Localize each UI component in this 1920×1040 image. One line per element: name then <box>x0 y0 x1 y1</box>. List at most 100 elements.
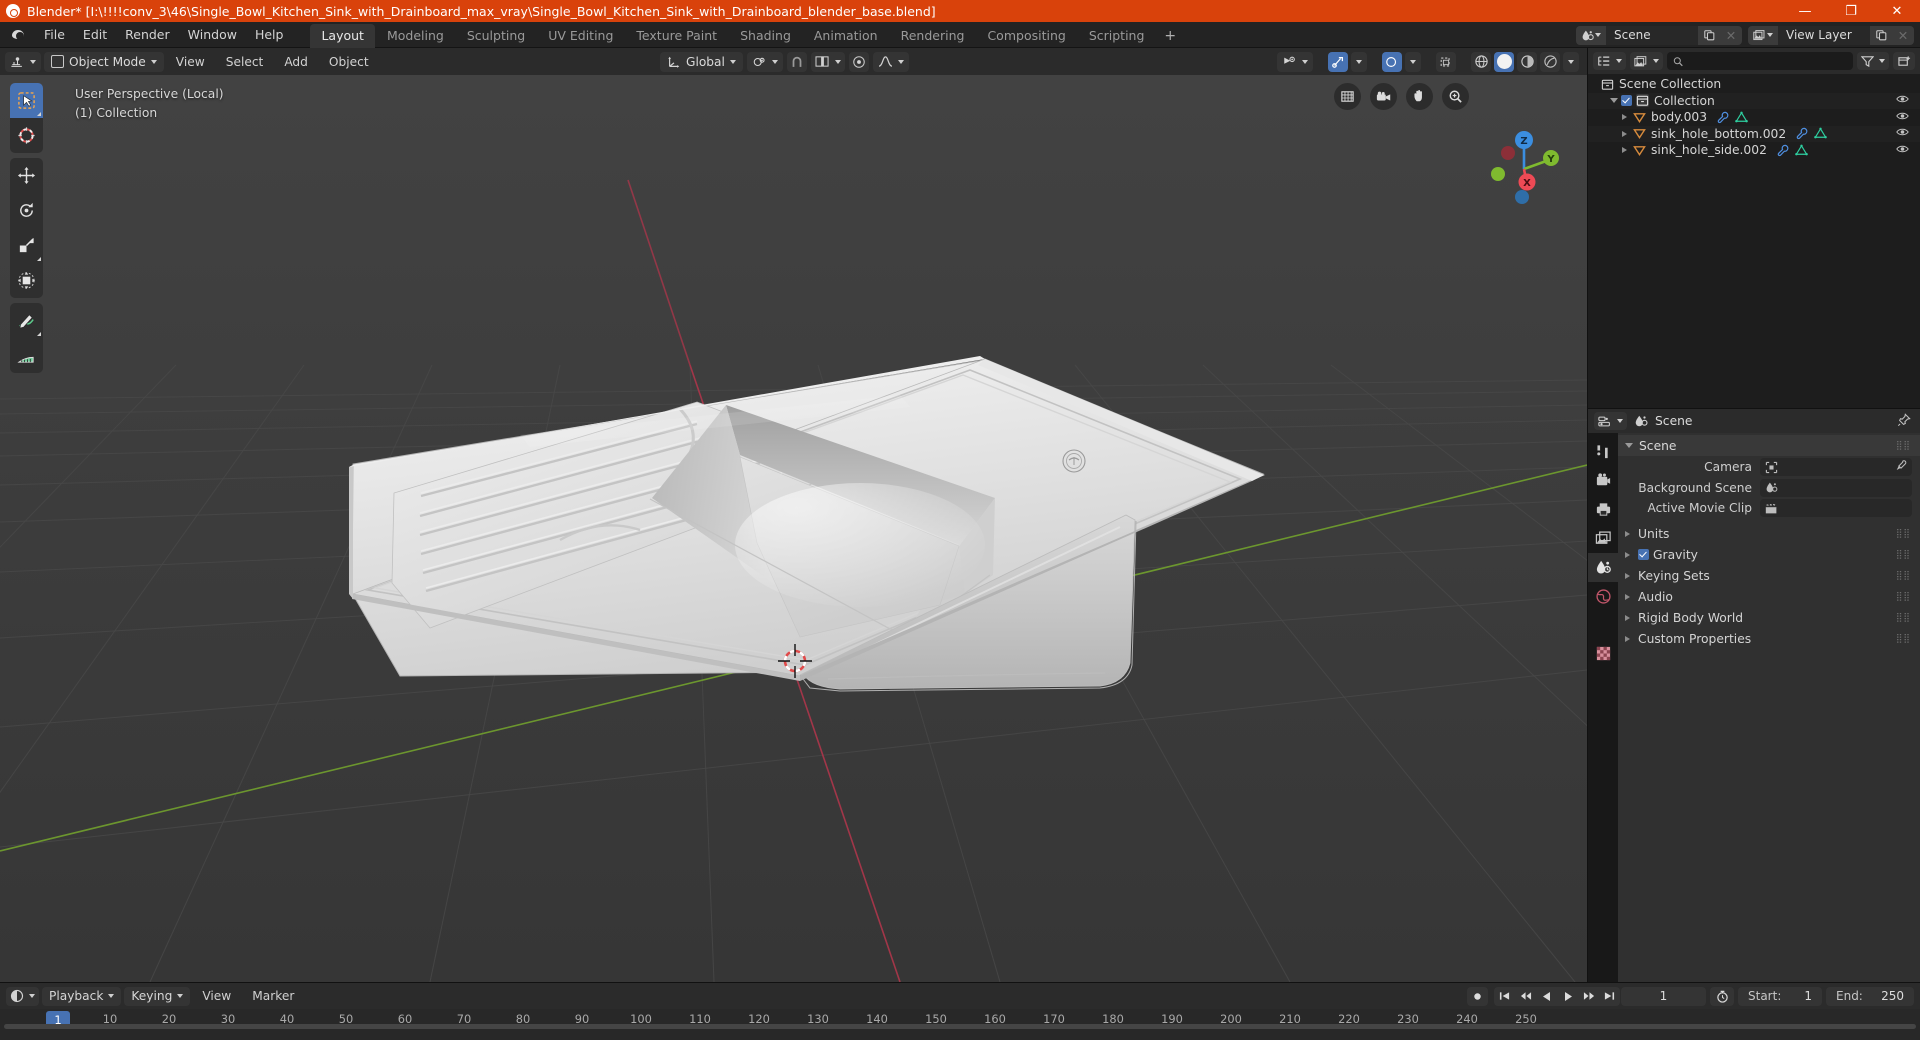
current-frame-field[interactable]: 1 <box>1621 986 1706 1006</box>
properties-tab-world[interactable] <box>1588 582 1618 611</box>
zoom-view-icon[interactable] <box>1442 83 1469 110</box>
rotate-tool[interactable] <box>10 193 43 228</box>
close-button[interactable]: ✕ <box>1874 0 1920 22</box>
outliner-row-collection[interactable]: Collection <box>1588 92 1920 109</box>
interaction-mode-selector[interactable]: Object Mode <box>44 51 164 72</box>
scale-tool[interactable] <box>10 228 43 263</box>
shading-material-preview-icon[interactable] <box>1517 51 1537 72</box>
pan-view-icon[interactable] <box>1406 83 1433 110</box>
menu-window[interactable]: Window <box>179 24 246 45</box>
menu-render[interactable]: Render <box>116 24 179 45</box>
tab-compositing[interactable]: Compositing <box>976 24 1076 48</box>
menu-help[interactable]: Help <box>246 24 293 45</box>
tab-shading[interactable]: Shading <box>729 24 802 48</box>
shading-rendered-icon[interactable] <box>1540 51 1560 72</box>
pivot-point-selector[interactable] <box>746 51 783 72</box>
mesh-data-icon[interactable] <box>1735 111 1748 124</box>
timeline-editor-type-selector[interactable] <box>6 986 39 1006</box>
mesh-data-icon[interactable] <box>1795 144 1808 157</box>
tab-rendering[interactable]: Rendering <box>890 24 976 48</box>
object-visibility-selector[interactable] <box>1277 51 1313 72</box>
new-collection-button[interactable] <box>1893 52 1915 70</box>
remove-scene-button[interactable]: ✕ <box>1720 25 1742 45</box>
outliner-row-object[interactable]: sink_hole_bottom.002 <box>1588 125 1920 142</box>
outliner-row-object[interactable]: sink_hole_side.002 <box>1588 142 1920 159</box>
modifier-wrench-icon[interactable] <box>1777 144 1790 157</box>
xray-toggle-icon[interactable] <box>1436 51 1456 72</box>
annotate-tool[interactable] <box>10 303 43 338</box>
panel-header-units[interactable]: Units ⣿⣿ <box>1618 523 1920 544</box>
timeline-menu-view[interactable]: View <box>193 987 240 1006</box>
shading-solid-icon[interactable] <box>1494 51 1514 72</box>
playback-menu[interactable]: Playback <box>42 986 122 1006</box>
tab-animation[interactable]: Animation <box>803 24 889 48</box>
viewport-menu-object[interactable]: Object <box>320 52 378 72</box>
camera-view-icon[interactable] <box>1370 83 1397 110</box>
menu-edit[interactable]: Edit <box>74 24 116 45</box>
play-reverse-button[interactable] <box>1536 986 1557 1006</box>
panel-header-audio[interactable]: Audio ⣿⣿ <box>1618 586 1920 607</box>
modifier-wrench-icon[interactable] <box>1717 111 1730 124</box>
properties-tab-view-layer[interactable] <box>1588 524 1618 553</box>
background-scene-field[interactable] <box>1760 478 1912 497</box>
auto-keying-record-button[interactable] <box>1467 986 1488 1006</box>
camera-field[interactable] <box>1760 458 1912 476</box>
outliner-search-input[interactable] <box>1688 54 1847 68</box>
jump-to-end-button[interactable] <box>1599 986 1620 1006</box>
tab-uv-editing[interactable]: UV Editing <box>537 24 624 48</box>
new-view-layer-button[interactable] <box>1870 25 1892 45</box>
panel-header-rigid-body-world[interactable]: Rigid Body World ⣿⣿ <box>1618 607 1920 628</box>
tab-scripting[interactable]: Scripting <box>1078 24 1156 48</box>
maximize-button[interactable]: ❐ <box>1828 0 1874 22</box>
editor-type-selector[interactable] <box>5 51 41 72</box>
expand-collapse-icon[interactable] <box>1610 98 1618 104</box>
timeline-menu-marker[interactable]: Marker <box>243 987 303 1006</box>
gravity-enable-checkbox[interactable] <box>1638 549 1649 560</box>
outliner-row-object[interactable]: body.003 <box>1588 109 1920 126</box>
active-movie-clip-field[interactable] <box>1760 499 1912 517</box>
visibility-eye-icon[interactable] <box>1896 111 1909 124</box>
use-preview-range-button[interactable] <box>1710 986 1734 1006</box>
navigation-gizmo[interactable]: Z Y X <box>1481 123 1567 209</box>
properties-tab-render[interactable] <box>1588 466 1618 495</box>
outliner-filter-button[interactable] <box>1857 52 1889 70</box>
outliner-display-mode-selector[interactable] <box>1630 52 1663 70</box>
play-button[interactable] <box>1557 986 1578 1006</box>
end-frame-field[interactable]: End: 250 <box>1826 986 1914 1006</box>
collection-enable-checkbox[interactable] <box>1621 95 1632 107</box>
add-workspace-button[interactable]: + <box>1156 24 1184 48</box>
properties-tab-output[interactable] <box>1588 495 1618 524</box>
viewport-menu-add[interactable]: Add <box>275 52 317 72</box>
timeline-scrollbar[interactable] <box>0 1022 1920 1031</box>
minimize-button[interactable]: — <box>1782 0 1828 22</box>
outliner-search-field[interactable] <box>1667 52 1853 70</box>
snap-magnet-icon[interactable] <box>786 51 807 72</box>
tweak-select-tool[interactable] <box>10 83 43 118</box>
keying-menu[interactable]: Keying <box>124 986 191 1006</box>
previous-keyframe-button[interactable] <box>1515 986 1536 1006</box>
tab-texture-paint[interactable]: Texture Paint <box>625 24 728 48</box>
scene-selector[interactable]: Scene ✕ <box>1576 25 1742 45</box>
visibility-eye-icon[interactable] <box>1896 144 1909 157</box>
panel-header-keying-sets[interactable]: Keying Sets ⣿⣿ <box>1618 565 1920 586</box>
tab-sculpting[interactable]: Sculpting <box>456 24 536 48</box>
outliner-row-scene-collection[interactable]: Scene Collection <box>1588 76 1920 93</box>
cursor-tool[interactable] <box>10 118 43 153</box>
shading-wireframe-icon[interactable] <box>1471 51 1491 72</box>
panel-header-custom-properties[interactable]: Custom Properties ⣿⣿ <box>1618 628 1920 649</box>
properties-editor-type-selector[interactable] <box>1594 412 1627 430</box>
visibility-eye-icon[interactable] <box>1896 127 1909 140</box>
3d-viewport[interactable]: User Perspective (Local) (1) Collection <box>0 75 1587 982</box>
new-scene-button[interactable] <box>1698 25 1720 45</box>
blender-menu-icon[interactable] <box>10 26 27 43</box>
properties-tab-texture[interactable] <box>1588 639 1618 668</box>
move-tool[interactable] <box>10 158 43 193</box>
modifier-wrench-icon[interactable] <box>1796 127 1809 140</box>
tab-modeling[interactable]: Modeling <box>376 24 455 48</box>
view-layer-selector[interactable]: View Layer ✕ <box>1748 25 1914 45</box>
outliner-editor-type-selector[interactable] <box>1593 52 1626 70</box>
visibility-eye-icon[interactable] <box>1896 94 1909 107</box>
viewport-menu-select[interactable]: Select <box>217 52 273 72</box>
outliner-tree[interactable]: Scene Collection Collection body.003 sin… <box>1588 74 1920 408</box>
jump-to-start-button[interactable] <box>1494 986 1515 1006</box>
